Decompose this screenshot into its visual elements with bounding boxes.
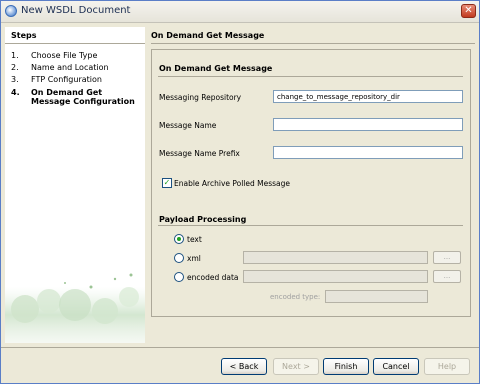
- encoded-type-label: encoded type:: [270, 293, 321, 301]
- next-button: Next >: [273, 358, 319, 375]
- step-number: 2.: [11, 63, 19, 72]
- section-divider: [158, 76, 463, 77]
- encoded-data-browse-button: ...: [433, 270, 461, 283]
- messaging-repository-label: Messaging Repository: [159, 93, 242, 102]
- radio-selected-dot: [177, 237, 181, 241]
- enable-archive-checkbox[interactable]: ✓: [162, 178, 172, 188]
- text-radio-label: text: [187, 235, 202, 244]
- section-title: On Demand Get Message: [159, 64, 273, 73]
- encoded-type-input: [325, 290, 428, 303]
- encoded-data-input: [243, 270, 428, 283]
- message-name-input[interactable]: [273, 118, 463, 131]
- title-bar[interactable]: New WSDL Document ✕: [1, 1, 479, 23]
- xml-browse-button: ...: [433, 251, 461, 264]
- window-title: New WSDL Document: [21, 5, 131, 16]
- xml-input: [243, 251, 428, 264]
- step-number: 3.: [11, 75, 19, 84]
- step-number: 4.: [11, 88, 20, 97]
- step-label: On Demand Get Message Configuration: [31, 88, 135, 106]
- panel-divider: [151, 43, 475, 44]
- step-label: Choose File Type: [31, 51, 98, 60]
- configuration-panel: On Demand Get Message Messaging Reposito…: [151, 49, 471, 317]
- steps-divider: [5, 43, 145, 44]
- step-label: Name and Location: [31, 63, 109, 72]
- step-label: FTP Configuration: [31, 75, 102, 84]
- encoded-data-radio-label: encoded data: [187, 273, 239, 282]
- back-button[interactable]: < Back: [221, 358, 267, 375]
- xml-radio-label: xml: [187, 254, 201, 263]
- help-button: Help: [424, 358, 470, 375]
- steps-title: Steps: [11, 31, 37, 40]
- xml-radio[interactable]: [174, 253, 184, 263]
- message-name-prefix-input[interactable]: [273, 146, 463, 159]
- message-name-prefix-label: Message Name Prefix: [159, 149, 240, 158]
- button-bar-divider: [1, 347, 479, 348]
- step-number: 1.: [11, 51, 19, 60]
- close-button[interactable]: ✕: [461, 4, 476, 18]
- panel-title: On Demand Get Message: [151, 31, 265, 40]
- text-radio[interactable]: [174, 234, 184, 244]
- encoded-data-radio[interactable]: [174, 272, 184, 282]
- steps-panel: Steps 1. Choose File Type 2. Name and Lo…: [5, 27, 145, 343]
- messaging-repository-input[interactable]: change_to_message_repository_dir: [273, 90, 463, 103]
- enable-archive-label: Enable Archive Polled Message: [174, 179, 291, 188]
- cancel-button[interactable]: Cancel: [373, 358, 419, 375]
- message-name-label: Message Name: [159, 121, 217, 130]
- finish-button[interactable]: Finish: [323, 358, 369, 375]
- payload-divider: [158, 225, 463, 226]
- app-icon: [5, 5, 17, 17]
- payload-section-title: Payload Processing: [159, 215, 247, 224]
- decorative-graphic: [5, 273, 145, 343]
- wizard-window: New WSDL Document ✕ Steps 1. Choose File…: [0, 0, 480, 384]
